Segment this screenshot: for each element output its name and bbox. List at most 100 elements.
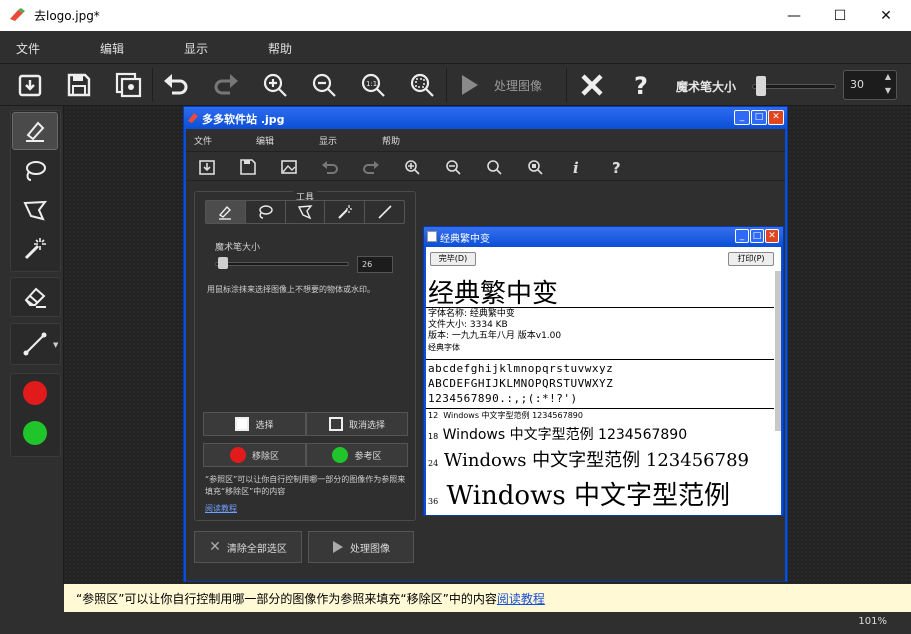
polygon-lasso-icon[interactable] (12, 192, 58, 230)
cancel-icon[interactable] (576, 69, 608, 101)
zoom-level: 101% (858, 616, 887, 627)
process-image-button[interactable]: 处理图像 (456, 70, 542, 100)
menu-file[interactable]: 文件 (194, 134, 212, 147)
divider (426, 408, 774, 409)
magic-wand-icon[interactable] (325, 201, 366, 223)
marker-icon[interactable] (206, 201, 246, 223)
stepper-up-icon[interactable]: ▲ (882, 72, 894, 85)
sample-18: 18 Windows 中文字型范例 1234567890 (428, 427, 688, 443)
hint-text-wrap: “参照区”可以让你自行控制用哪一部分的图像作为参照来填充“移除区”中的内容阅读教… (76, 590, 545, 607)
remove-area-color[interactable] (12, 374, 58, 412)
divider (426, 359, 774, 360)
menu-help[interactable]: 帮助 (268, 40, 292, 57)
zoom-out-icon[interactable] (444, 158, 462, 176)
app-icon (10, 8, 25, 21)
undo-icon[interactable] (160, 69, 192, 101)
done-button[interactable]: 完毕(D) (430, 252, 476, 266)
embedded-title-bar: 多多软件站 .jpg _ □ ✕ (184, 107, 787, 129)
deselect-button[interactable]: 取消选择 (306, 412, 408, 436)
maximize-button[interactable]: ☐ (817, 0, 863, 31)
select-label: 选择 (255, 420, 274, 431)
zoom-in-icon[interactable] (403, 158, 421, 176)
app-icon (188, 113, 198, 123)
print-button[interactable]: 打印(P) (728, 252, 774, 266)
select-button[interactable]: 选择 (203, 412, 306, 436)
brush-size-slider[interactable] (215, 262, 349, 266)
open-icon[interactable] (198, 158, 216, 176)
brush-size-slider-thumb[interactable] (218, 257, 228, 269)
fit-window-icon[interactable] (406, 69, 438, 101)
menu-view[interactable]: 显示 (184, 40, 208, 57)
info-icon[interactable]: i (567, 158, 585, 177)
embedded-process-label: 处理图像 (350, 543, 390, 555)
toolbar-separator (152, 68, 153, 102)
line-tool-icon[interactable] (365, 201, 404, 223)
lasso-icon[interactable] (246, 201, 286, 223)
line-tool-icon[interactable] (12, 325, 58, 363)
close-icon[interactable]: ✕ (768, 110, 784, 125)
tool-selector (205, 200, 405, 224)
main-toolbar: 1:1 处理图像 ? 魔术笔大小 30 ▲ ▼ (0, 64, 911, 106)
close-button[interactable]: ✕ (863, 0, 909, 31)
zoom-in-icon[interactable] (259, 69, 291, 101)
reference-description: “参照区”可以让你自行控制用哪一部分的图像作为参照来填充“移除区”中的内容 (205, 475, 406, 496)
save-as-icon[interactable] (280, 158, 298, 176)
magic-wand-icon[interactable] (12, 230, 58, 268)
brush-size-stepper[interactable]: 26 (357, 256, 393, 273)
brush-size-stepper[interactable]: 30 ▲ ▼ (843, 70, 897, 100)
red-dot-icon (229, 447, 246, 463)
menu-help[interactable]: 帮助 (382, 134, 400, 147)
close-icon[interactable]: ✕ (765, 229, 779, 243)
play-icon (462, 75, 478, 95)
clear-all-selection-button[interactable]: ✕ 清除全部选区 (194, 531, 302, 563)
maximize-icon[interactable]: □ (751, 110, 767, 125)
reference-area-button[interactable]: 参考区 (306, 443, 408, 467)
line-dropdown-icon[interactable]: ▼ (53, 341, 58, 349)
scrollbar[interactable] (775, 271, 781, 431)
remove-area-button[interactable]: 移除区 (203, 443, 306, 467)
embedded-menu: 文件 编辑 显示 帮助 (186, 129, 785, 151)
lasso-icon[interactable] (12, 152, 58, 190)
help-icon[interactable]: ? (608, 158, 626, 177)
brush-size-label: 魔术笔大小 (676, 80, 737, 94)
svg-text:i: i (573, 159, 579, 176)
eraser-icon[interactable] (12, 278, 58, 316)
menu-view[interactable]: 显示 (319, 134, 337, 147)
maximize-icon[interactable]: □ (750, 229, 764, 243)
actual-size-icon[interactable] (485, 158, 503, 176)
remove-area-label: 移除区 (251, 451, 279, 462)
alpha-upper: ABCDEFGHIJKLMNOPQRSTUVWXYZ (428, 377, 614, 390)
clear-all-label: 清除全部选区 (226, 543, 287, 555)
hint-tutorial-link[interactable]: 阅读教程 (497, 592, 545, 606)
process-image-label: 处理图像 (494, 78, 543, 93)
hint-text: “参照区”可以让你自行控制用哪一部分的图像作为参照来填充“移除区”中的内容 (76, 592, 497, 606)
open-icon[interactable] (14, 69, 46, 101)
green-dot-icon (332, 447, 349, 463)
menu-edit[interactable]: 编辑 (100, 40, 124, 57)
stepper-down-icon[interactable]: ▼ (882, 86, 894, 99)
reference-area-label: 参考区 (354, 451, 382, 462)
save-as-icon[interactable] (112, 69, 144, 101)
marker-icon[interactable] (12, 112, 58, 150)
minimize-button[interactable]: — (771, 0, 817, 31)
menu-file[interactable]: 文件 (16, 40, 40, 57)
redo-icon (362, 158, 380, 176)
menu-edit[interactable]: 编辑 (256, 134, 274, 147)
embedded-process-button[interactable]: 处理图像 (308, 531, 414, 563)
reference-area-color[interactable] (12, 414, 58, 452)
save-icon[interactable] (239, 158, 257, 176)
tutorial-link[interactable]: 阅读教程 (205, 503, 237, 514)
toolbar-separator (446, 68, 447, 102)
fit-window-icon[interactable] (526, 158, 544, 176)
brush-size-slider-thumb[interactable] (755, 76, 766, 96)
minimize-icon[interactable]: _ (735, 229, 749, 243)
minimize-icon[interactable]: _ (734, 110, 750, 125)
font-big-name: 经典繁中变 (428, 279, 559, 309)
zoom-out-icon[interactable] (308, 69, 340, 101)
actual-size-icon[interactable]: 1:1 (357, 69, 389, 101)
help-icon[interactable]: ? (625, 69, 657, 101)
polygon-lasso-icon[interactable] (286, 201, 326, 223)
brush-size-label: 魔术笔大小 (215, 243, 261, 253)
save-icon[interactable] (63, 69, 95, 101)
left-toolbar: ▼ (0, 106, 64, 584)
